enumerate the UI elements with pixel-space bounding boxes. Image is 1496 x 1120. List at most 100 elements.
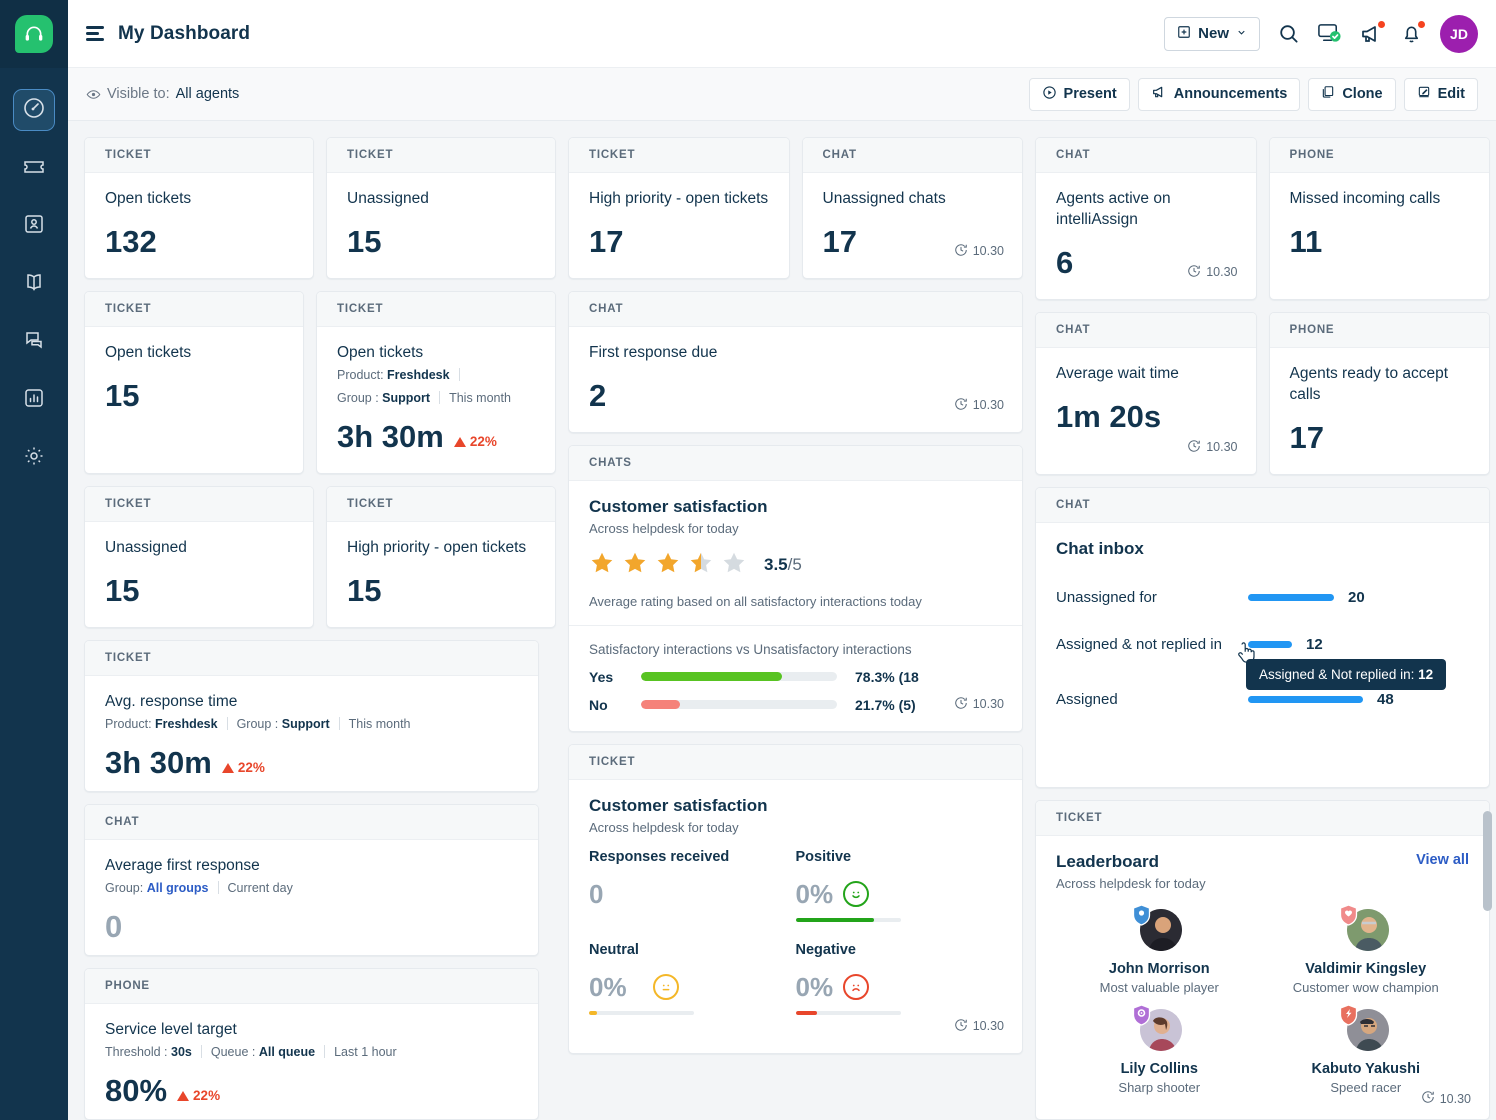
leaderboard-entry[interactable]: Lily Collins Sharp shooter: [1056, 1007, 1263, 1095]
value-text: 2: [589, 378, 606, 414]
progress-track: [796, 918, 901, 922]
sidebar-item-solutions[interactable]: [14, 264, 54, 304]
notification-dot: [1378, 21, 1385, 28]
avatar[interactable]: JD: [1440, 15, 1478, 53]
widget-filters: Threshold : 30s Queue : All queue Last 1…: [105, 1045, 518, 1059]
clone-button[interactable]: Clone: [1308, 78, 1395, 111]
edit-button[interactable]: Edit: [1404, 78, 1478, 111]
widget-filters: Product: Freshdesk Group : Support This …: [105, 717, 518, 731]
sidebar-item-tickets[interactable]: [14, 148, 54, 188]
widget-body: Average first response Group: All groups…: [85, 840, 538, 956]
divider: [201, 1045, 202, 1058]
value-text: 15: [347, 224, 381, 260]
notification-dot: [1418, 21, 1425, 28]
person-name: Lily Collins: [1121, 1061, 1198, 1077]
new-button[interactable]: New: [1164, 17, 1260, 51]
widget-unassigned-15[interactable]: TICKET Unassigned 15: [326, 137, 556, 279]
vertical-scrollbar[interactable]: [1483, 242, 1492, 1120]
widget-body: First response due 2 10.30: [569, 327, 1022, 432]
quadrant-value: 0%: [589, 972, 796, 1003]
widget-avg-response-time[interactable]: TICKET Avg. response time Product: Fresh…: [84, 640, 539, 792]
widget-open-tickets-132[interactable]: TICKET Open tickets 132: [84, 137, 314, 279]
filter-threshold: Threshold : 30s: [105, 1045, 192, 1059]
quadrant-value: 0%: [796, 879, 1003, 910]
sidebar-item-chat[interactable]: [14, 322, 54, 362]
sidebar-item-dashboard[interactable]: [14, 90, 54, 130]
widget-value: 11: [1290, 224, 1470, 260]
headset-logo-icon: [15, 15, 53, 53]
all-groups-link[interactable]: All groups: [147, 881, 209, 895]
announcements-button[interactable]: Announcements: [1138, 78, 1301, 111]
quadrant-neutral: Neutral 0%: [589, 942, 796, 1015]
view-all-link[interactable]: View all: [1416, 852, 1469, 868]
leaderboard-entry[interactable]: Kabuto Yakushi Speed racer: [1263, 1007, 1470, 1095]
widget-csat-chats[interactable]: CHATS Customer satisfaction Across helpd…: [568, 445, 1023, 732]
widget-title: Customer satisfaction: [589, 796, 1002, 816]
quadrant-label: Positive: [796, 849, 1003, 865]
sidebar-item-contacts[interactable]: [14, 206, 54, 246]
leaderboard-header: Leaderboard Across helpdesk for today Vi…: [1056, 852, 1469, 891]
widget-agents-intelliassign[interactable]: CHAT Agents active on intelliAssign 6: [1035, 137, 1257, 300]
inbox-row-assigned-not-replied[interactable]: Assigned & not replied in 12: [1056, 636, 1469, 653]
present-button[interactable]: Present: [1029, 78, 1130, 111]
widget-row-1-left: TICKET Open tickets 132 TICKET Unassigne…: [84, 137, 556, 279]
widget-service-level-target[interactable]: PHONE Service level target Threshold : 3…: [84, 968, 539, 1120]
value-text: 15: [105, 573, 139, 609]
product-logo[interactable]: [0, 0, 68, 68]
clock-icon: [1421, 1090, 1435, 1107]
leaderboard-entry[interactable]: John Morrison Most valuable player: [1056, 907, 1263, 995]
person-role: Sharp shooter: [1118, 1080, 1200, 1095]
filter-queue: Queue : All queue: [211, 1045, 315, 1059]
filter-group: Group: All groups: [105, 881, 209, 895]
widget-average-first-response[interactable]: CHAT Average first response Group: All g…: [84, 804, 539, 956]
sidebar-item-admin[interactable]: [14, 438, 54, 478]
widget-missed-calls[interactable]: PHONE Missed incoming calls 11: [1269, 137, 1491, 300]
monitor-check-icon[interactable]: [1317, 21, 1342, 46]
widget-high-priority-15[interactable]: TICKET High priority - open tickets 15: [326, 486, 556, 628]
widget-csat-ticket[interactable]: TICKET Customer satisfaction Across help…: [568, 744, 1023, 1054]
hamburger-menu-icon[interactable]: [86, 26, 104, 41]
widget-kind-label: CHAT: [85, 805, 538, 840]
person-role: Speed racer: [1330, 1080, 1401, 1095]
person-role: Most valuable player: [1100, 980, 1219, 995]
star-full-icon: [589, 550, 615, 581]
row-label: Assigned & not replied in: [1056, 636, 1248, 653]
sidebar-item-reports[interactable]: [14, 380, 54, 420]
progress-fill: [796, 1011, 817, 1015]
widget-kind-label: TICKET: [85, 641, 538, 676]
widget-body: Service level target Threshold : 30s Que…: [85, 1004, 538, 1120]
trend-value: 22%: [238, 760, 265, 775]
widget-body: Avg. response time Product: Freshdesk Gr…: [85, 676, 538, 792]
widget-row-2-right: CHAT Average wait time 1m 20s 10.30: [1035, 312, 1490, 475]
widget-average-wait-time[interactable]: CHAT Average wait time 1m 20s 10.30: [1035, 312, 1257, 475]
contact-card-icon: [22, 212, 46, 241]
progress-fill: [796, 918, 875, 922]
search-icon[interactable]: [1277, 22, 1300, 45]
widget-title: First response due: [589, 343, 1002, 364]
dashboard-actions: Present Announcements: [1029, 78, 1478, 111]
megaphone-icon[interactable]: [1359, 22, 1383, 46]
tooltip: Assigned & Not replied in: 12: [1246, 659, 1446, 690]
widget-kind-label: TICKET: [569, 138, 789, 173]
widget-agents-ready[interactable]: PHONE Agents ready to accept calls 17: [1269, 312, 1491, 475]
bell-icon[interactable]: [1400, 22, 1423, 45]
widget-timestamp: 10.30: [1187, 264, 1237, 281]
widget-unassigned-15b[interactable]: TICKET Unassigned 15: [84, 486, 314, 628]
widget-chat-inbox[interactable]: CHAT Chat inbox Unassigned for 20 Assign…: [1035, 487, 1490, 788]
value-text: 17: [1290, 420, 1324, 456]
widget-open-tickets-duration[interactable]: TICKET Open tickets Product: Freshdesk G…: [316, 291, 556, 474]
leaderboard-entry[interactable]: Valdimir Kingsley Customer wow champion: [1263, 907, 1470, 995]
widget-high-priority-17[interactable]: TICKET High priority - open tickets 17: [568, 137, 790, 279]
widget-row-2-middle: CHAT First response due 2 10.30: [568, 291, 1023, 433]
widget-first-response-due[interactable]: CHAT First response due 2 10.30: [568, 291, 1023, 433]
widget-unassigned-chats-17[interactable]: CHAT Unassigned chats 17 10.30: [802, 137, 1024, 279]
widget-leaderboard[interactable]: TICKET Leaderboard Across helpdesk for t…: [1035, 800, 1490, 1120]
widget-open-tickets-15[interactable]: TICKET Open tickets 15: [84, 291, 304, 474]
app-root: My Dashboard New: [0, 0, 1496, 1120]
widget-title: Unassigned chats: [823, 189, 1003, 210]
widget-title: Service level target: [105, 1020, 518, 1041]
scrollbar-thumb[interactable]: [1483, 811, 1492, 911]
shield-badge-icon: [1132, 1004, 1151, 1026]
left-sidebar: [0, 0, 68, 1120]
filter-product: Product: Freshdesk: [337, 368, 450, 382]
